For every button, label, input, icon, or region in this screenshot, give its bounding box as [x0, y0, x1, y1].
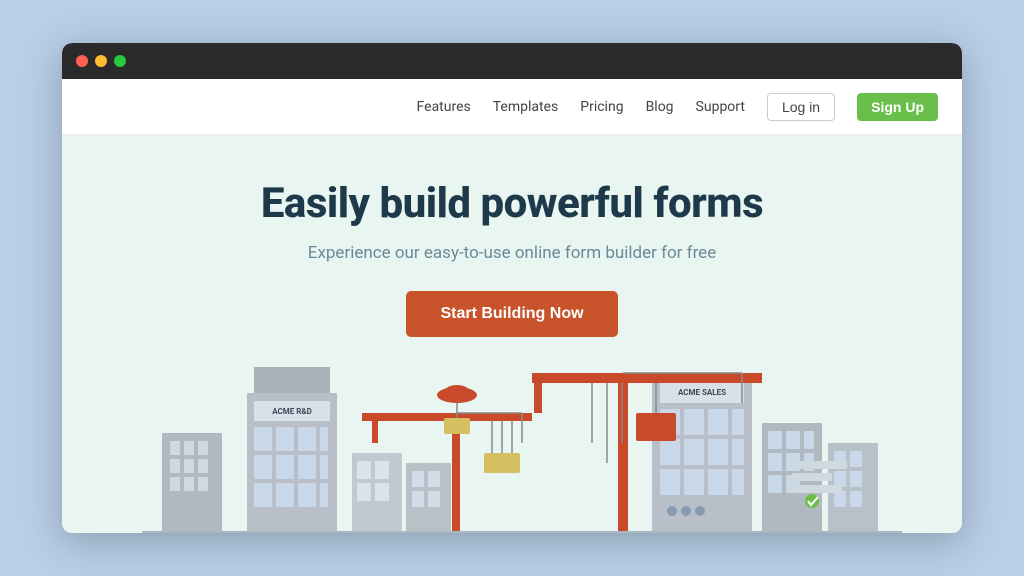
hero-section: Easily build powerful forms Experience o… — [62, 135, 962, 533]
nav-templates[interactable]: Templates — [493, 99, 559, 115]
cta-button[interactable]: Start Building Now — [406, 291, 617, 337]
browser-dots — [76, 55, 126, 67]
svg-text:ACME R&D: ACME R&D — [272, 407, 312, 416]
dot-green[interactable] — [114, 55, 126, 67]
signup-button[interactable]: Sign Up — [857, 93, 938, 121]
nav-links: Features Templates Pricing Blog Support … — [417, 93, 938, 121]
browser-window: Features Templates Pricing Blog Support … — [62, 43, 962, 533]
browser-content: Features Templates Pricing Blog Support … — [62, 79, 962, 533]
navbar: Features Templates Pricing Blog Support … — [62, 79, 962, 135]
dot-yellow[interactable] — [95, 55, 107, 67]
hero-illustration: ACME R&D — [62, 367, 962, 533]
dot-red[interactable] — [76, 55, 88, 67]
nav-features[interactable]: Features — [417, 99, 471, 115]
hero-subtitle: Experience our easy-to-use online form b… — [308, 243, 716, 263]
nav-blog[interactable]: Blog — [646, 99, 674, 115]
nav-pricing[interactable]: Pricing — [580, 99, 623, 115]
svg-text:ACME SALES: ACME SALES — [678, 388, 726, 397]
browser-titlebar — [62, 43, 962, 79]
hero-title: Easily build powerful forms — [261, 179, 763, 229]
nav-support[interactable]: Support — [696, 99, 745, 115]
login-button[interactable]: Log in — [767, 93, 835, 121]
